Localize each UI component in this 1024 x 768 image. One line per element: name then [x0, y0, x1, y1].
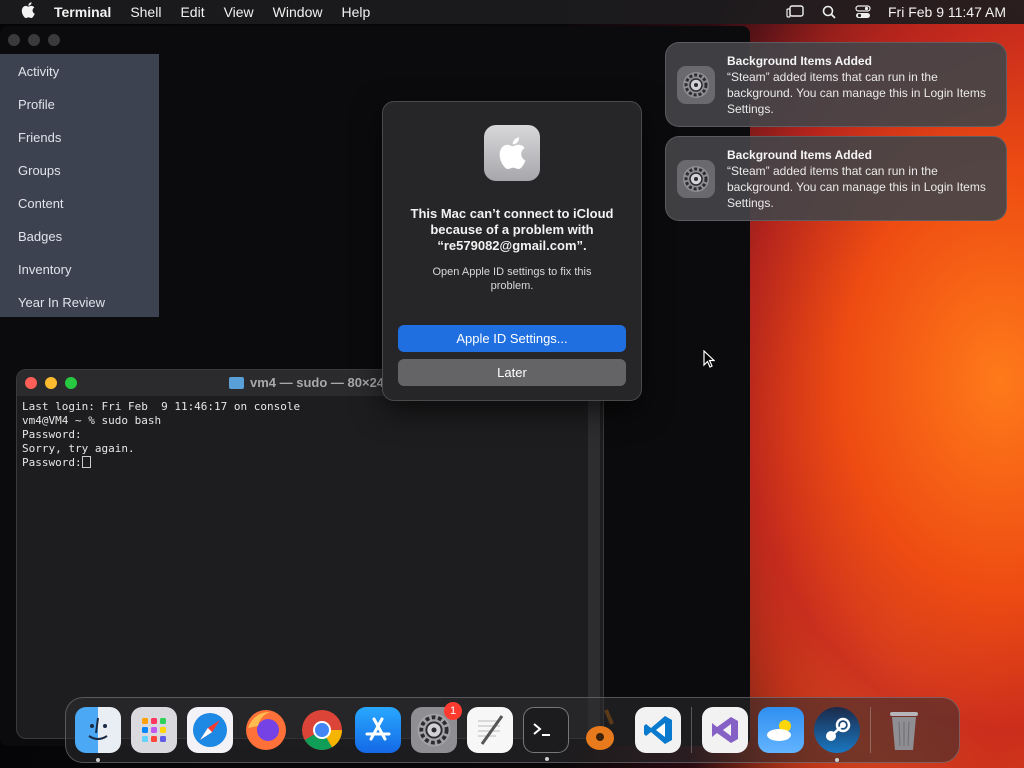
dock-separator: [870, 707, 871, 753]
stage-manager-icon[interactable]: [786, 4, 804, 20]
app-store-icon[interactable]: [355, 707, 401, 753]
notification-content: Background Items Added “Steam” added ite…: [727, 147, 999, 220]
later-button[interactable]: Later: [398, 359, 626, 386]
terminal-scrollbar[interactable]: [588, 400, 600, 736]
steam-menu-profile[interactable]: Profile: [0, 93, 159, 126]
menu-view[interactable]: View: [224, 4, 254, 20]
chrome-icon[interactable]: [299, 707, 345, 753]
finder-icon[interactable]: [75, 707, 121, 762]
terminal-zoom-button[interactable]: [65, 377, 77, 389]
textedit-icon[interactable]: [467, 707, 513, 753]
weather-icon[interactable]: [758, 707, 804, 753]
notification-title: Background Items Added: [727, 148, 872, 162]
icloud-alert-dialog: This Mac can’t connect to iCloud because…: [382, 101, 642, 401]
menu-shell[interactable]: Shell: [130, 4, 161, 20]
terminal-prompt-line: Password:: [22, 456, 598, 470]
control-center-icon[interactable]: [854, 4, 872, 20]
terminal-line: Password:: [22, 428, 82, 441]
minimize-button[interactable]: [28, 33, 40, 46]
dialog-message: Open Apple ID settings to fix this probl…: [432, 266, 592, 292]
notification-message: “Steam” added items that can run in the …: [727, 70, 986, 116]
steam-menu-content[interactable]: Content: [0, 192, 159, 225]
menu-window[interactable]: Window: [273, 4, 323, 20]
steam-menu-year-in-review[interactable]: Year In Review: [0, 291, 159, 324]
dock: 1: [65, 697, 960, 763]
menu-edit[interactable]: Edit: [180, 4, 204, 20]
terminal-line: vm4@VM4 ~ % sudo bash: [22, 414, 162, 427]
menu-bar: Terminal Shell Edit View Window Help Fri…: [0, 0, 1024, 24]
steam-titlebar: [0, 26, 750, 53]
notification-message: “Steam” added items that can run in the …: [727, 164, 986, 210]
spotlight-search-icon[interactable]: [820, 4, 838, 20]
notification-background-items-1[interactable]: Background Items Added “Steam” added ite…: [665, 42, 1007, 127]
terminal-line: Password:: [22, 456, 82, 469]
trash-icon[interactable]: [881, 707, 927, 753]
safari-icon[interactable]: [187, 707, 233, 753]
terminal-minimize-button[interactable]: [45, 377, 57, 389]
mouse-pointer-icon: [703, 349, 716, 373]
apple-logo-icon: [484, 125, 540, 181]
terminal-line: Last login: Fri Feb 9 11:46:17 on consol…: [22, 400, 301, 413]
terminal-title: vm4 — sudo — 80×24: [229, 375, 384, 390]
dialog-heading: This Mac can’t connect to iCloud because…: [410, 206, 614, 253]
terminal-window: vm4 — sudo — 80×24 Last login: Fri Feb 9…: [16, 369, 604, 739]
apple-id-settings-button[interactable]: Apple ID Settings...: [398, 325, 626, 352]
steam-menu-groups[interactable]: Groups: [0, 159, 159, 192]
settings-gear-icon: [677, 160, 715, 198]
running-indicator: [545, 757, 549, 761]
terminal-title-text: vm4 — sudo — 80×24: [250, 375, 385, 390]
folder-icon: [229, 376, 244, 389]
running-indicator: [835, 758, 839, 762]
menu-bar-clock[interactable]: Fri Feb 9 11:47 AM: [888, 4, 1006, 20]
dock-separator: [691, 707, 692, 753]
apple-menu-icon[interactable]: [18, 2, 38, 22]
terminal-line: Sorry, try again.: [22, 442, 135, 455]
system-settings-icon[interactable]: 1: [411, 702, 462, 753]
steam-icon[interactable]: [814, 707, 860, 762]
notification-title: Background Items Added: [727, 54, 872, 68]
terminal-output[interactable]: Last login: Fri Feb 9 11:46:17 on consol…: [17, 396, 603, 474]
notification-background-items-2[interactable]: Background Items Added “Steam” added ite…: [665, 136, 1007, 221]
vscode-icon[interactable]: [635, 707, 681, 753]
firefox-icon[interactable]: [243, 707, 289, 753]
launchpad-icon[interactable]: [131, 707, 177, 753]
running-indicator: [96, 758, 100, 762]
garageband-icon[interactable]: [579, 707, 625, 753]
settings-gear-icon: [677, 66, 715, 104]
steam-menu-inventory[interactable]: Inventory: [0, 258, 159, 291]
terminal-close-button[interactable]: [25, 377, 37, 389]
steam-menu-badges[interactable]: Badges: [0, 225, 159, 258]
notification-badge: 1: [444, 702, 462, 720]
terminal-icon[interactable]: [523, 707, 569, 761]
menu-app-name[interactable]: Terminal: [54, 4, 111, 20]
notification-content: Background Items Added “Steam” added ite…: [727, 53, 999, 126]
close-button[interactable]: [8, 33, 20, 46]
visual-studio-icon[interactable]: [702, 707, 748, 753]
steam-menu-activity[interactable]: Activity: [0, 60, 159, 93]
key-cursor-icon: [81, 456, 91, 468]
zoom-button[interactable]: [48, 33, 60, 46]
steam-profile-menu: Activity Profile Friends Groups Content …: [0, 54, 159, 317]
menu-help[interactable]: Help: [341, 4, 370, 20]
steam-menu-friends[interactable]: Friends: [0, 126, 159, 159]
